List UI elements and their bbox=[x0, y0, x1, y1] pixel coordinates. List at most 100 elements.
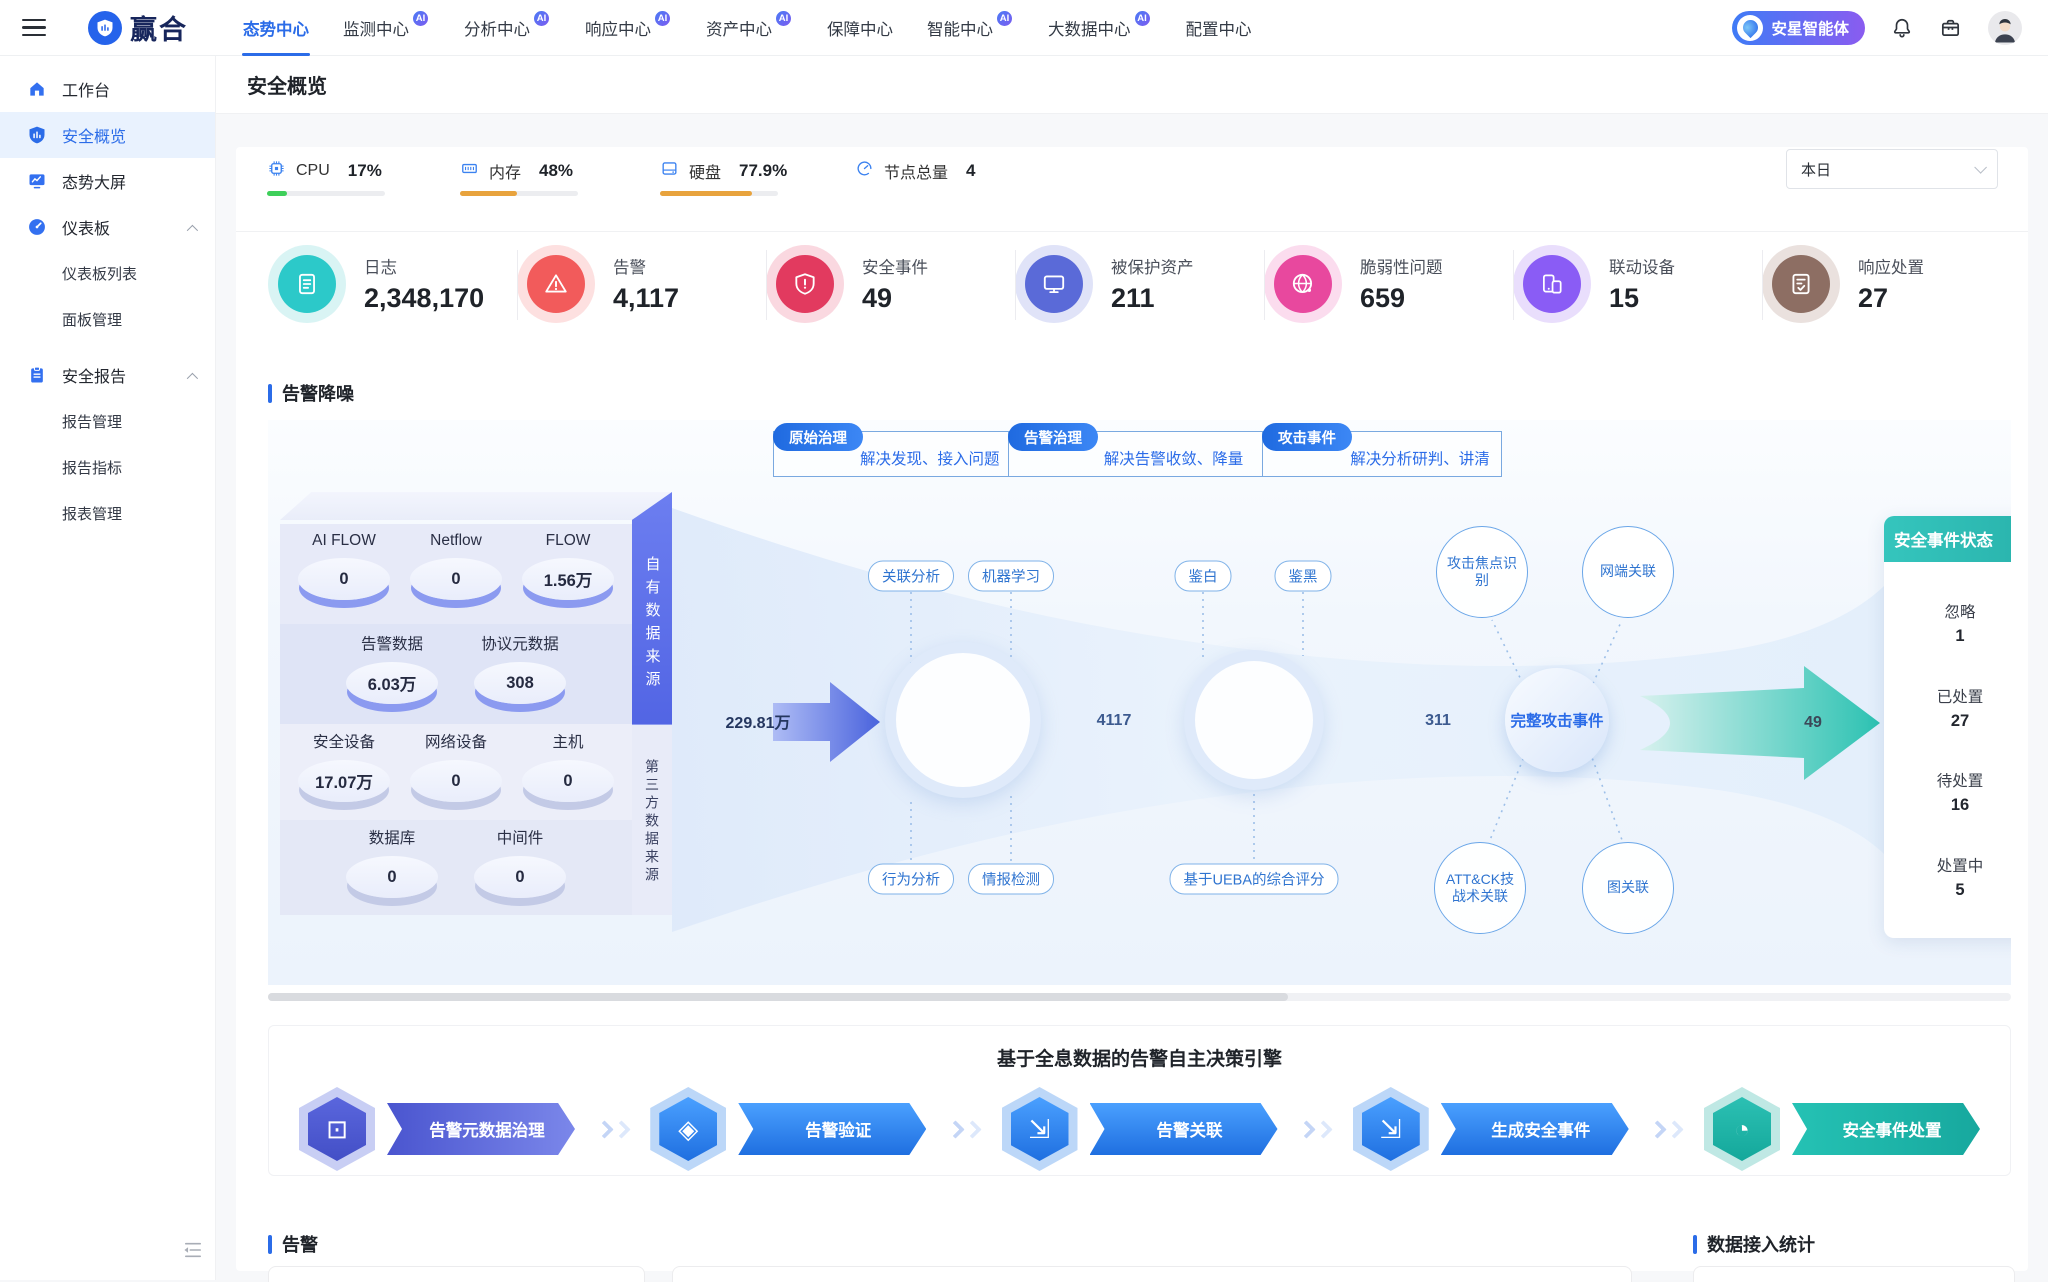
tag-machine-learning: 机器学习 bbox=[968, 561, 1054, 592]
hamburger-menu-icon[interactable] bbox=[22, 19, 46, 37]
overview-canvas: CPU 17% 内存 48% 硬盘 77.9% 节点总量 4 本日 bbox=[236, 147, 2028, 1271]
ai-badge: AI bbox=[653, 9, 672, 28]
sidebar: 工作台 安全概览 态势大屏 仪表板 仪表板列表 面板管理 安全报告 报告管理 报… bbox=[0, 56, 216, 1280]
nav-bigdata-center[interactable]: 大数据中心AI bbox=[1031, 0, 1169, 56]
sidebar-group-security-report[interactable]: 安全报告 bbox=[0, 352, 215, 398]
kpi-card-protected-assets: 被保护资产211 bbox=[1015, 244, 1194, 324]
nav-monitor-center[interactable]: 监测中心AI bbox=[326, 0, 447, 56]
disk-icon bbox=[660, 159, 679, 183]
nav-situation-center[interactable]: 态势中心 bbox=[226, 0, 326, 56]
clipboard-icon bbox=[26, 364, 48, 386]
user-avatar[interactable] bbox=[1988, 11, 2022, 45]
tag-attack-focus: 攻击焦点识别 bbox=[1436, 526, 1528, 618]
sidebar-item-dashboard-list[interactable]: 仪表板列表 bbox=[0, 250, 215, 296]
data-cylinder: 0 bbox=[346, 856, 438, 898]
logo-text: 赢合 bbox=[130, 8, 188, 47]
ai-badge: AI bbox=[1133, 9, 1152, 28]
nav-asset-center[interactable]: 资产中心AI bbox=[689, 0, 810, 56]
toolbox-icon[interactable] bbox=[1939, 16, 1962, 39]
sidebar-item-security-overview[interactable]: 安全概览 bbox=[0, 112, 215, 158]
chevron-down-icon bbox=[1974, 161, 1987, 174]
alert-noise-funnel: 原始治理 解决发现、接入问题 告警治理 解决告警收敛、降量 攻击事件 解决分析研… bbox=[268, 420, 2011, 985]
logo-shield-icon bbox=[88, 11, 122, 45]
tag-behavior-analysis: 行为分析 bbox=[868, 864, 954, 895]
disk-progress bbox=[660, 191, 778, 196]
notification-bell-icon[interactable] bbox=[1891, 16, 1913, 40]
flow-arrows bbox=[949, 1123, 979, 1136]
gauge-node-icon bbox=[855, 159, 874, 183]
memory-icon bbox=[460, 159, 479, 183]
box-top-face bbox=[280, 492, 672, 520]
nav-response-center[interactable]: 响应中心AI bbox=[568, 0, 689, 56]
app-logo[interactable]: 赢合 bbox=[88, 8, 188, 47]
source-group-2: 告警数据6.03万 协议元数据308 bbox=[280, 624, 632, 724]
divider bbox=[1264, 250, 1265, 320]
sidebar-group-dashboard[interactable]: 仪表板 bbox=[0, 204, 215, 250]
monitor-chart-icon bbox=[26, 170, 48, 192]
flow-arrows bbox=[1651, 1123, 1681, 1136]
divider bbox=[766, 250, 767, 320]
section-bar bbox=[268, 1235, 272, 1254]
devices-icon bbox=[1523, 255, 1581, 313]
node-total-stat: 节点总量 4 bbox=[855, 159, 975, 183]
ai-agent-button[interactable]: 安星智能体 bbox=[1732, 11, 1865, 45]
sidebar-item-panel-management[interactable]: 面板管理 bbox=[0, 296, 215, 342]
data-cylinder: 0 bbox=[474, 856, 566, 898]
nav-config-center[interactable]: 配置中心 bbox=[1169, 0, 1269, 56]
section-header-alerts: 告警 bbox=[268, 1231, 318, 1257]
agent-avatar-icon bbox=[1737, 15, 1763, 41]
status-pending: 待处置16 bbox=[1937, 769, 1984, 815]
tag-ueba-score: 基于UEBA的综合评分 bbox=[1170, 864, 1339, 895]
section-header-alert-noise: 告警降噪 bbox=[268, 380, 354, 406]
tag-correlation-analysis: 关联分析 bbox=[868, 561, 954, 592]
flow-count-alerts: 4117 bbox=[1097, 712, 1132, 730]
engine-steps: ⊡ 告警元数据治理 ◈ 告警验证 ⇲ 告警关联 ⇲ 生成安全事件 bbox=[269, 1087, 2010, 1171]
status-in-progress: 处置中5 bbox=[1937, 854, 1984, 900]
ai-badge: AI bbox=[411, 9, 430, 28]
nav-analysis-center[interactable]: 分析中心AI bbox=[447, 0, 568, 56]
shield-alert-icon bbox=[776, 255, 834, 313]
kpi-card-linked-devices: 联动设备15 bbox=[1513, 244, 1675, 324]
tag-blacklist-check: 鉴黑 bbox=[1275, 561, 1332, 592]
tag-graph-correlation: 图关联 bbox=[1582, 842, 1674, 934]
security-event-status-panel: 安全事件状态 忽略1 已处置27 待处置16 处置中5 bbox=[1884, 516, 2011, 938]
nav-intelligence-center[interactable]: 智能中心AI bbox=[910, 0, 1031, 56]
nav-assurance-center[interactable]: 保障中心 bbox=[810, 0, 910, 56]
page-title: 安全概览 bbox=[247, 70, 327, 99]
complete-attack-event-node: 完整攻击事件 bbox=[1505, 668, 1609, 772]
page-title-bar: 安全概览 bbox=[216, 56, 2048, 114]
tag-intel-detection: 情报检测 bbox=[968, 864, 1054, 895]
sidebar-item-report-metrics[interactable]: 报告指标 bbox=[0, 444, 215, 490]
status-panel-title: 安全事件状态 bbox=[1884, 516, 2011, 562]
flow-count-events: 311 bbox=[1425, 712, 1451, 730]
divider bbox=[517, 250, 518, 320]
data-cylinder: 6.03万 bbox=[346, 662, 438, 704]
engine-step-generate-event: ⇲ 生成安全事件 bbox=[1353, 1087, 1629, 1171]
globe-icon bbox=[1274, 255, 1332, 313]
decision-engine-panel: 基于全息数据的告警自主决策引擎 ⊡ 告警元数据治理 ◈ 告警验证 ⇲ 告警关联 bbox=[268, 1025, 2011, 1176]
scrollbar-thumb[interactable] bbox=[268, 993, 1288, 1001]
data-cylinder: 17.07万 bbox=[298, 760, 390, 802]
kpi-card-security-events: 安全事件49 bbox=[766, 244, 928, 324]
engine-step-alert-correlation: ⇲ 告警关联 bbox=[1002, 1087, 1278, 1171]
kpi-card-alerts: 告警4,117 bbox=[517, 244, 679, 324]
memory-stat: 内存 48% bbox=[460, 159, 573, 183]
box-side-face: 自有数据来源 第三方数据来源 bbox=[632, 492, 672, 915]
kpi-card-logs: 日志2,348,170 bbox=[268, 244, 484, 324]
sidebar-item-report-management[interactable]: 报告管理 bbox=[0, 398, 215, 444]
timer-icon: ◔ bbox=[1713, 1097, 1771, 1161]
flow-arrows bbox=[598, 1123, 628, 1136]
ai-badge: AI bbox=[774, 9, 793, 28]
sidebar-item-situation-screen[interactable]: 态势大屏 bbox=[0, 158, 215, 204]
sidebar-collapse-icon[interactable] bbox=[182, 1241, 204, 1264]
section-bar bbox=[268, 384, 272, 403]
tag-network-endpoint-link: 网端关联 bbox=[1582, 526, 1674, 618]
third-party-source-label: 第三方数据来源 bbox=[632, 732, 672, 912]
engine-step-event-disposal: ◔ 安全事件处置 bbox=[1704, 1087, 1980, 1171]
section-header-data-ingest: 数据接入统计 bbox=[1693, 1231, 1815, 1257]
sidebar-item-workbench[interactable]: 工作台 bbox=[0, 66, 215, 112]
engine-title: 基于全息数据的告警自主决策引擎 bbox=[269, 1044, 2010, 1071]
kpi-card-vulnerabilities: 脆弱性问题659 bbox=[1264, 244, 1443, 324]
sidebar-item-report-table-management[interactable]: 报表管理 bbox=[0, 490, 215, 536]
date-range-select[interactable]: 本日 bbox=[1786, 149, 1998, 189]
